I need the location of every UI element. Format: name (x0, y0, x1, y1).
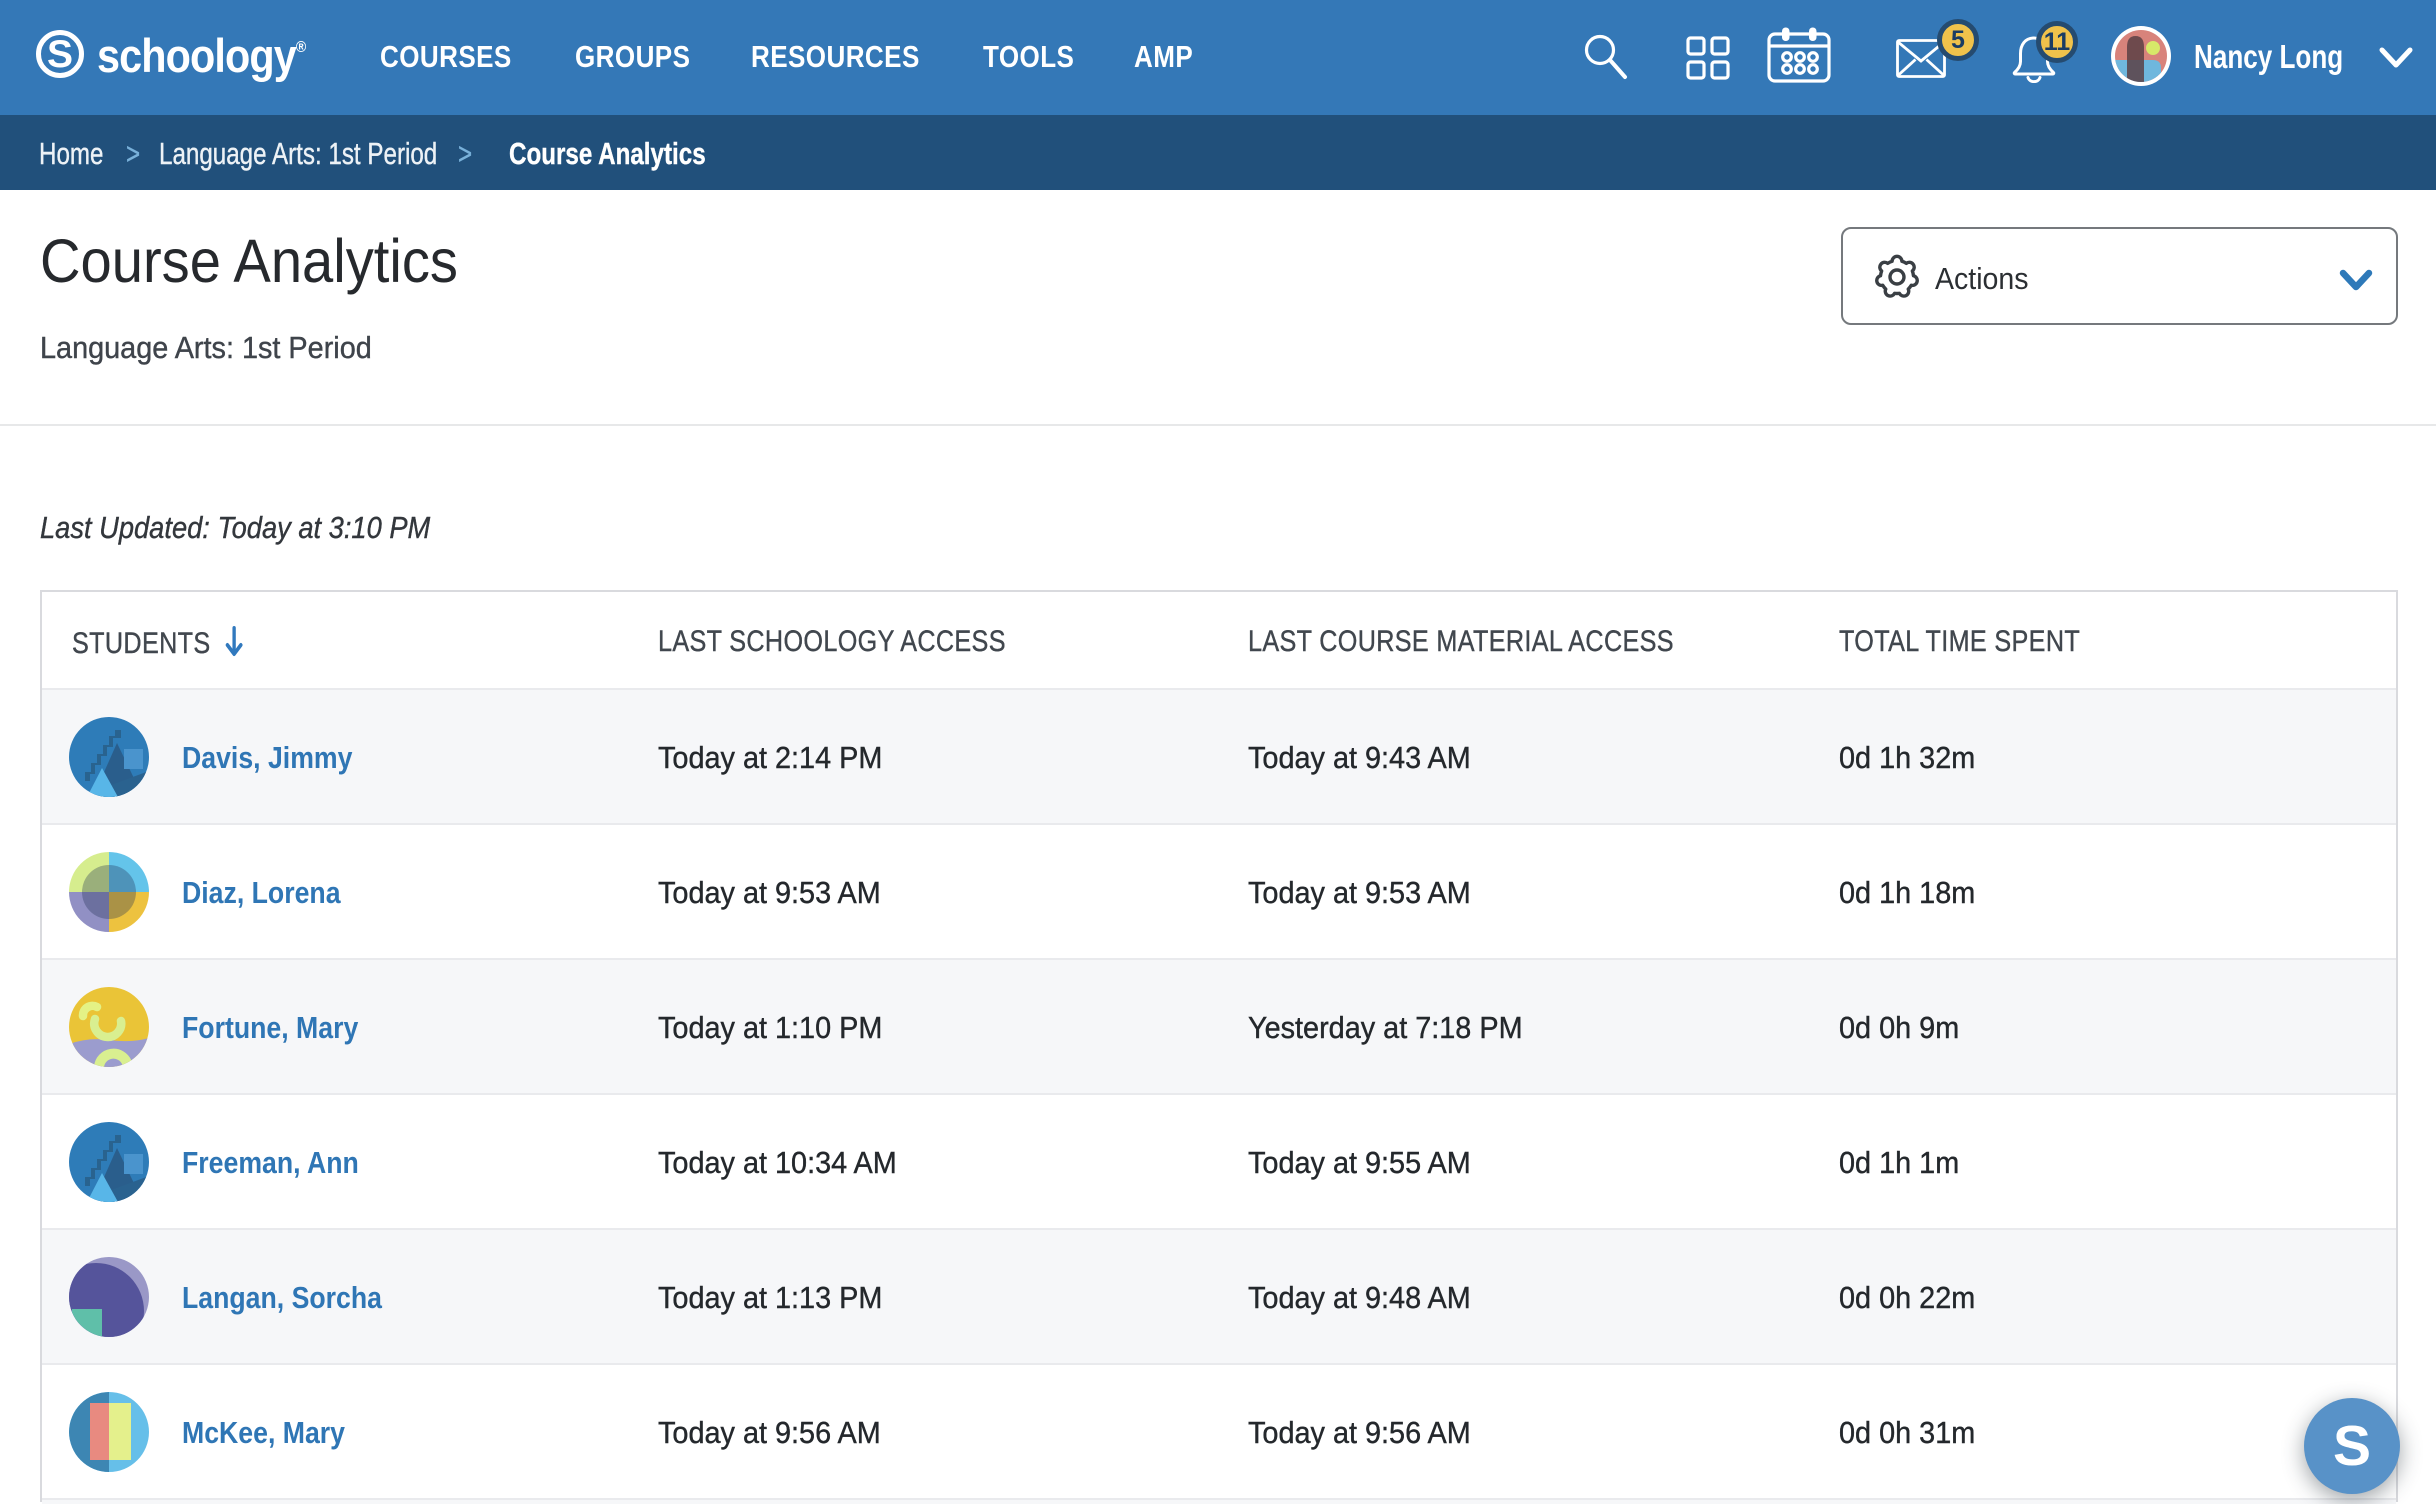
svg-text:S: S (47, 33, 73, 76)
